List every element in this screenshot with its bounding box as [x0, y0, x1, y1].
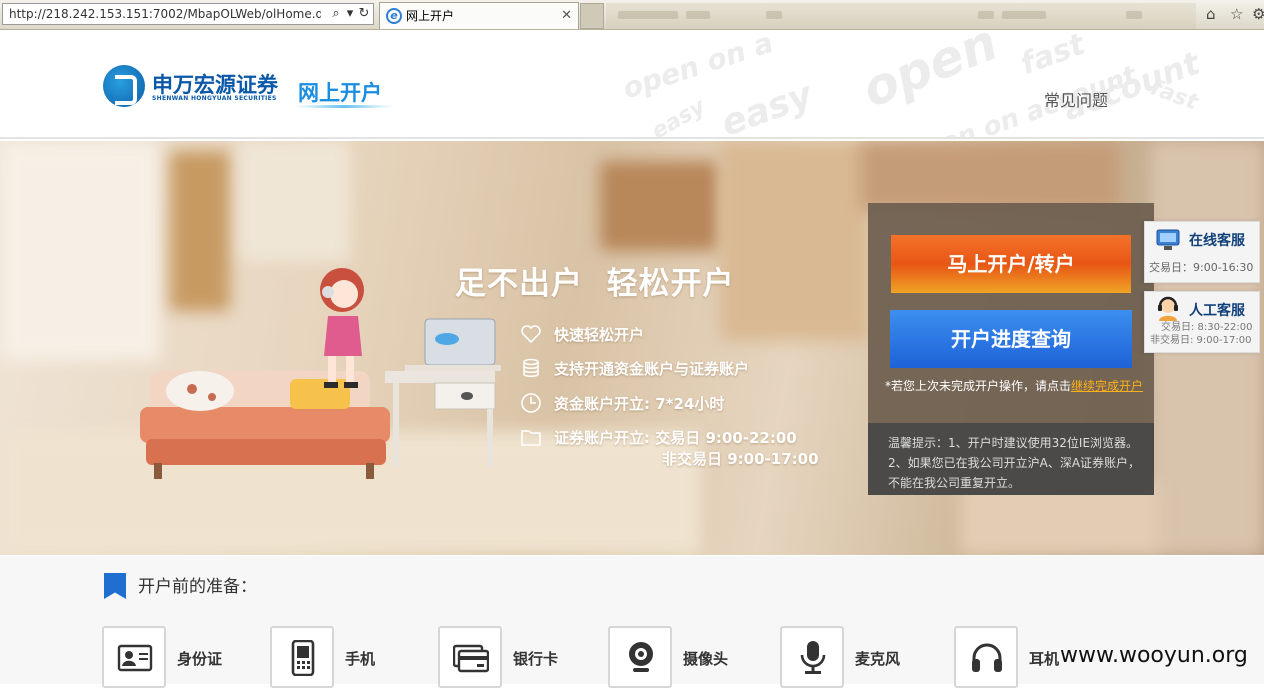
- prep-item-label: 身份证: [177, 650, 223, 668]
- close-tab-icon[interactable]: ✕: [561, 3, 572, 29]
- watermark-word: easy: [715, 74, 818, 139]
- mobile-phone-icon: [291, 640, 315, 676]
- manual-service-widget[interactable]: 人工客服 交易日: 8:30-22:00 非交易日: 9:00-17:00: [1144, 291, 1260, 353]
- prep-item-label: 摄像头: [683, 650, 729, 668]
- new-tab-button[interactable]: [580, 3, 604, 29]
- open-account-button[interactable]: 马上开户/转户: [891, 235, 1131, 293]
- refresh-icon[interactable]: ↻: [357, 4, 371, 24]
- tip-line: 2、如果您已在我公司开立沪A、深A证券账户，: [888, 456, 1141, 470]
- prep-item-label: 手机: [345, 650, 376, 668]
- prep-item-label: 耳机: [1029, 650, 1060, 668]
- headset-agent-icon: [1158, 296, 1178, 321]
- folder-icon: [521, 430, 541, 446]
- id-card-icon: [117, 644, 153, 672]
- tab-title: 网上开户: [406, 9, 455, 23]
- online-service-hours: 交易日：9:00-16:30: [1149, 261, 1254, 274]
- bookmark-icon: [104, 573, 126, 599]
- girl-illustration: [320, 268, 364, 388]
- monitor-icon: [1156, 229, 1180, 250]
- laptop-table-illustration: [385, 318, 501, 467]
- online-service-title[interactable]: 在线客服: [1189, 230, 1245, 250]
- watermark-word: open: [854, 31, 1006, 120]
- feature-item: 快速轻松开户: [520, 322, 644, 348]
- brand-logo-icon[interactable]: [103, 65, 145, 107]
- site-subtitle: 网上开户: [298, 81, 382, 105]
- address-bar[interactable]: http://218.242.153.151:7002/MbapOLWeb/ol…: [2, 3, 374, 25]
- resume-note: *若您上次未完成开户操作，请点击继续完成开户: [885, 379, 1144, 393]
- home-icon[interactable]: ⌂: [1206, 5, 1216, 23]
- webcam-icon: [629, 642, 653, 672]
- account-action-panel: 马上开户/转户 开户进度查询 *若您上次未完成开户操作，请点击继续完成开户 温馨…: [868, 203, 1154, 495]
- manual-service-title[interactable]: 人工客服: [1189, 300, 1245, 320]
- dropdown-icon[interactable]: ▾: [343, 4, 357, 24]
- brand-name-en: SHENWAN HONGYUAN SECURITIES: [152, 95, 277, 102]
- manual-service-hours-trading: 交易日: 8:30-22:00: [1161, 322, 1253, 333]
- microphone-icon: [800, 641, 826, 674]
- browser-chrome: http://218.242.153.151:7002/MbapOLWeb/ol…: [0, 0, 1264, 30]
- watermark-word: easy: [647, 94, 710, 139]
- ie-icon: e: [386, 8, 402, 24]
- settings-gear-icon[interactable]: ⚙: [1252, 5, 1264, 23]
- address-url[interactable]: http://218.242.153.151:7002/MbapOLWeb/ol…: [9, 4, 321, 24]
- subtitle-swoosh: [292, 105, 396, 108]
- heart-icon: [521, 325, 541, 344]
- manual-service-hours-nontrading: 非交易日: 9:00-17:00: [1150, 335, 1252, 346]
- progress-query-button[interactable]: 开户进度查询: [890, 310, 1132, 368]
- tips-box: 温馨提示：1、开户时建议使用32位IE浏览器。 2、如果您已在我公司开立沪A、深…: [868, 423, 1154, 495]
- feature-nontrading-hours: 非交易日 9:00-17:00: [662, 450, 819, 468]
- feature-item: 资金账户开立: 7*24小时: [520, 391, 724, 417]
- faq-link[interactable]: 常见问题: [1044, 87, 1108, 111]
- resume-link[interactable]: 继续完成开户: [1071, 379, 1143, 393]
- preparation-title: 开户前的准备：: [138, 577, 257, 597]
- prep-item-label: 麦克风: [855, 650, 901, 668]
- favorites-star-icon[interactable]: ☆: [1230, 5, 1243, 23]
- headphones-icon: [972, 643, 1002, 672]
- watermark-word: fast: [1015, 31, 1090, 83]
- coins-icon: [523, 358, 539, 377]
- clock-icon: [521, 393, 541, 413]
- browser-tab-active[interactable]: e 网上开户 ✕: [379, 2, 579, 29]
- background-tabs: [606, 3, 1196, 29]
- online-service-widget[interactable]: 在线客服 交易日：9:00-16:30: [1144, 221, 1260, 283]
- feature-item: 支持开通资金账户与证券账户: [520, 356, 749, 382]
- tip-line: 温馨提示：1、开户时建议使用32位IE浏览器。: [888, 436, 1139, 450]
- site-header: open on a easy fast account open open on…: [0, 31, 1264, 139]
- search-icon[interactable]: ⌕: [329, 4, 343, 24]
- bank-card-icon: [453, 644, 489, 673]
- source-watermark: www.wooyun.org: [1060, 643, 1248, 668]
- hero-slogan: 足不出户 轻松开户: [455, 266, 735, 302]
- prep-item-label: 银行卡: [513, 650, 559, 668]
- tip-line: 不能在我公司重复开立。: [888, 476, 1021, 490]
